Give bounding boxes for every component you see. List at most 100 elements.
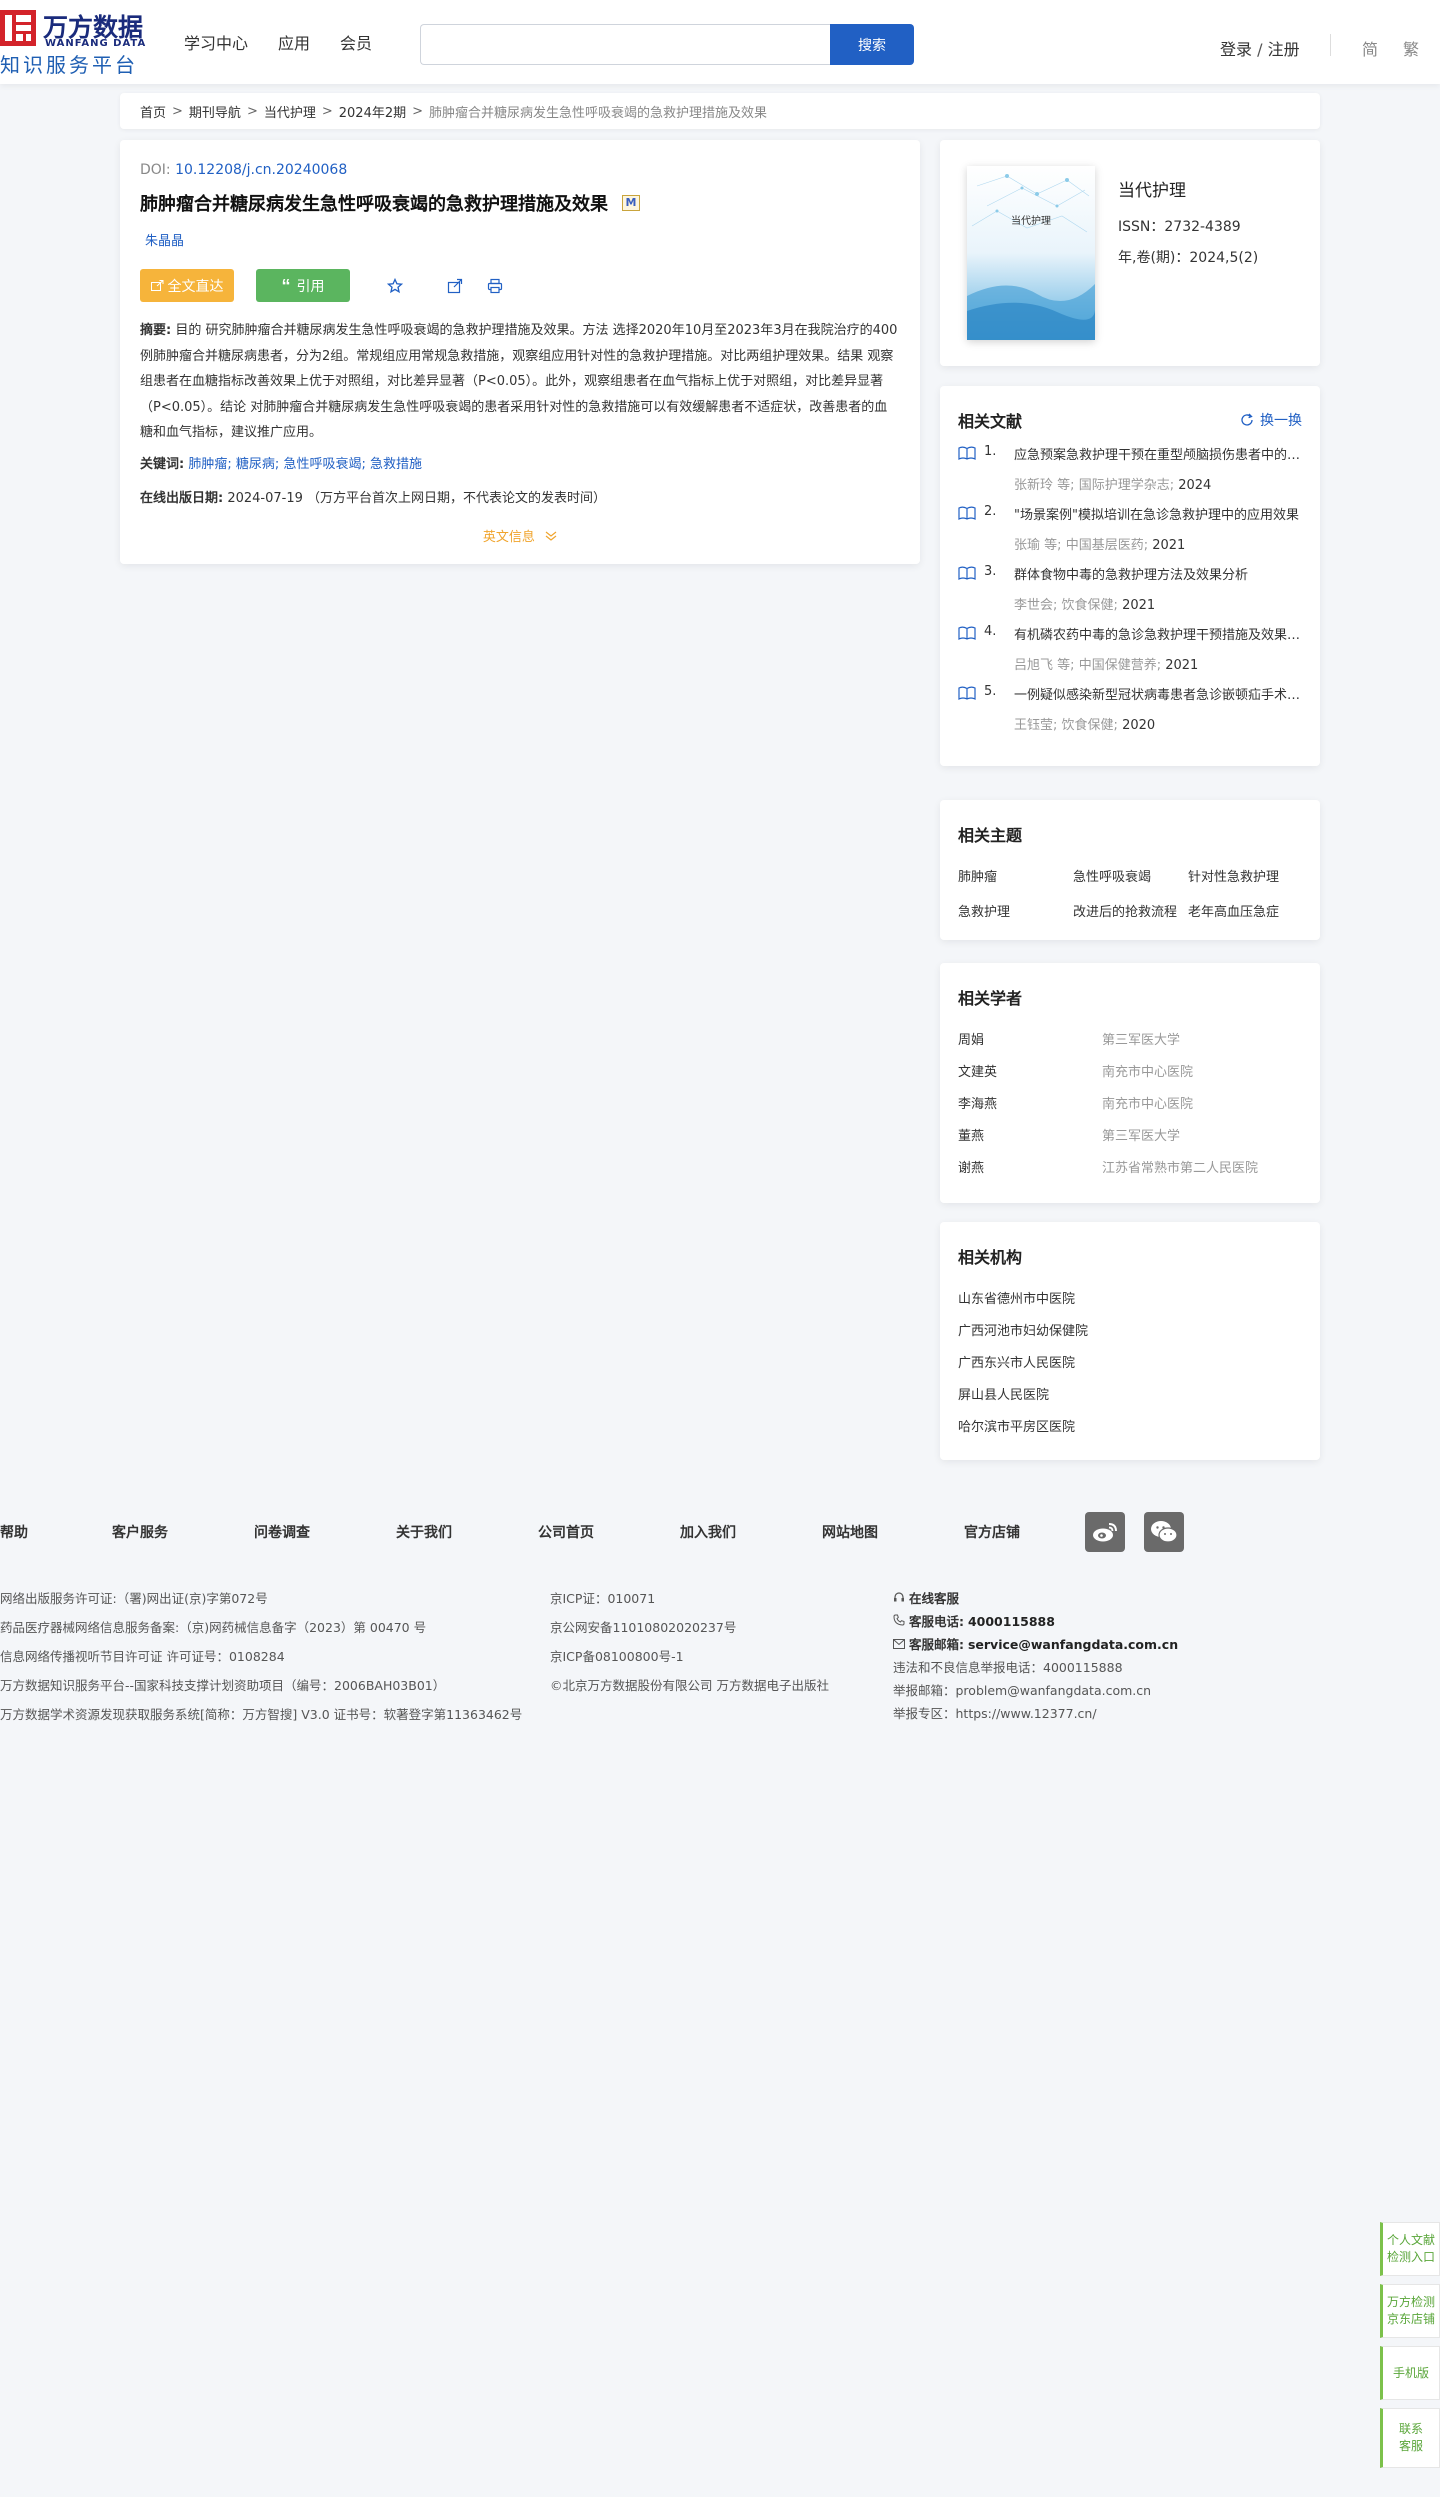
doc-number: 3. [984,564,997,579]
article-card: DOI: 10.12208/j.cn.20240068 肺肿瘤合并糖尿病发生急性… [120,140,920,564]
topic-link[interactable]: 针对性急救护理 [1188,866,1304,885]
footer-icp-line[interactable]: 京ICP备08100800号-1 [550,1642,829,1671]
report-zone[interactable]: 举报专区：https://www.12377.cn/ [893,1702,1178,1725]
footer-link-company-home[interactable]: 公司首页 [538,1522,680,1542]
topic-link[interactable]: 改进后的抢救流程 [1073,901,1188,920]
search-input[interactable] [420,24,830,65]
side-jd-store[interactable]: 万方检测京东店铺 [1380,2284,1440,2338]
doc-author[interactable]: 吕旭飞 [1014,658,1053,673]
institution-link[interactable]: 广西东兴市人民医院 [958,1352,1088,1384]
footer-link-customer-service[interactable]: 客户服务 [112,1522,254,1542]
footer-icp-line[interactable]: 京公网安备11010802020237号 [550,1613,829,1642]
print-icon[interactable] [486,277,504,295]
keyword-link[interactable]: 糖尿病 [236,457,275,472]
register-link[interactable]: 注册 [1268,40,1300,59]
journal-name[interactable]: 当代护理 [1118,176,1186,201]
doc-author[interactable]: 王钰莹 [1014,718,1053,733]
institution-link[interactable]: 广西河池市妇幼保健院 [958,1320,1088,1352]
topic-link[interactable]: 肺肿瘤 [958,866,1073,885]
breadcrumb-journal[interactable]: 当代护理 [264,102,316,121]
star-icon[interactable] [386,277,404,295]
breadcrumb-separator: > [246,103,258,119]
doc-title-link[interactable]: "场景案例"模拟培训在急诊急救护理中的应用效果 [1014,504,1304,523]
footer-link-help[interactable]: 帮助 [0,1522,112,1542]
scholar-name[interactable]: 董燕 [958,1125,984,1144]
book-icon [958,686,976,700]
search-button[interactable]: 搜索 [830,24,914,65]
doc-title-link[interactable]: 群体食物中毒的急救护理方法及效果分析 [1014,564,1304,583]
doc-number: 5. [984,684,997,699]
doc-title-link[interactable]: 一例疑似感染新型冠状病毒患者急诊嵌顿疝手术的护理 [1014,684,1304,703]
share-icon[interactable] [446,277,464,295]
email-value[interactable]: service@wanfangdata.com.cn [968,1637,1178,1652]
topic-link[interactable]: 老年高血压急症 [1188,901,1304,920]
cite-button[interactable]: “ 引用 [256,269,350,302]
refresh-button[interactable]: 换一换 [1240,410,1302,430]
doc-title-link[interactable]: 有机磷农药中毒的急诊急救护理干预措施及效果观察 [1014,624,1304,643]
author-link[interactable]: 朱晶晶 [140,230,900,249]
side-mobile[interactable]: 手机版 [1380,2346,1440,2400]
scholar-row: 文建英 南充市中心医院 [958,1061,1304,1093]
footer-link-sitemap[interactable]: 网站地图 [822,1522,964,1542]
login-link[interactable]: 登录 [1220,40,1252,59]
topic-link[interactable]: 急性呼吸衰竭 [1073,866,1188,885]
footer-link-join-us[interactable]: 加入我们 [680,1522,822,1542]
keyword-link[interactable]: 肺肿瘤 [188,457,227,472]
m-badge-icon[interactable]: M [622,195,640,211]
fulltext-button[interactable]: 全文直达 [140,269,234,302]
lang-traditional[interactable]: 繁 [1403,36,1419,60]
related-doc-item: 5. 一例疑似感染新型冠状病毒患者急诊嵌顿疝手术的护理 王钰莹; 饮食保健; 2… [958,684,1304,744]
breadcrumb-home[interactable]: 首页 [140,102,166,121]
doc-source[interactable]: 中国基层医药 [1066,538,1144,553]
doc-meta: 李世会; 饮食保健; 2021 [1014,598,1156,613]
doc-year: 2020 [1122,718,1156,733]
doi-link[interactable]: 10.12208/j.cn.20240068 [175,162,347,178]
doc-source[interactable]: 国际护理学杂志 [1079,478,1170,493]
institution-link[interactable]: 屏山县人民医院 [958,1384,1088,1416]
footer-icp-line[interactable]: 京ICP证：010071 [550,1584,829,1613]
doc-title-link[interactable]: 应急预案急救护理干预在重型颅脑损伤患者中的应用效果 [1014,444,1304,463]
wechat-icon[interactable] [1144,1512,1184,1552]
doc-number: 4. [984,624,997,639]
nav-item-learning-center[interactable]: 学习中心 [184,30,248,54]
scholar-name[interactable]: 周娟 [958,1029,984,1048]
keyword-link[interactable]: 急性呼吸衰竭 [283,457,361,472]
doc-source[interactable]: 饮食保健 [1062,598,1114,613]
doc-year: 2024 [1178,478,1212,493]
footer-link-official-store[interactable]: 官方店铺 [964,1522,1064,1542]
nav-item-apps[interactable]: 应用 [278,30,310,54]
doc-author[interactable]: 张新玲 [1014,478,1053,493]
english-info-toggle[interactable]: 英文信息 [120,526,920,545]
scholar-name[interactable]: 文建英 [958,1061,997,1080]
side-contact-service[interactable]: 联系客服 [1380,2408,1440,2468]
weibo-icon[interactable] [1085,1512,1125,1552]
footer-link-survey[interactable]: 问卷调查 [254,1522,396,1542]
keyword-link[interactable]: 急救措施 [370,457,422,472]
keywords-line: 关键词: 肺肿瘤; 糖尿病; 急性呼吸衰竭; 急救措施 [140,453,422,472]
footer-link-about[interactable]: 关于我们 [396,1522,538,1542]
doc-source[interactable]: 饮食保健 [1062,718,1114,733]
breadcrumb-journal-nav[interactable]: 期刊导航 [189,102,241,121]
topic-link[interactable]: 急救护理 [958,901,1073,920]
wanfang-logo[interactable]: 万方数据 WANFANG DATA 知识服务平台 [0,6,160,77]
cover-title: 当代护理 [1011,216,1051,227]
scholar-name[interactable]: 李海燕 [958,1093,997,1112]
breadcrumb-issue[interactable]: 2024年2期 [339,102,406,121]
breadcrumb-separator: > [412,103,424,119]
book-icon [958,566,976,580]
journal-cover[interactable]: 当代护理 [967,166,1095,340]
book-icon [958,446,976,460]
report-email[interactable]: 举报邮箱：problem@wanfangdata.com.cn [893,1679,1178,1702]
site-footer: 帮助 客户服务 问卷调查 关于我们 公司首页 加入我们 网站地图 官方店铺 网络… [0,1480,1440,1742]
report-phone: 违法和不良信息举报电话：4000115888 [893,1660,1123,1675]
doc-author[interactable]: 李世会 [1014,598,1053,613]
institution-link[interactable]: 山东省德州市中医院 [958,1288,1088,1320]
side-personal-check[interactable]: 个人文献检测入口 [1380,2222,1440,2276]
online-service-link[interactable]: 在线客服 [893,1587,1178,1610]
institution-link[interactable]: 哈尔滨市平房区医院 [958,1416,1088,1448]
scholar-name[interactable]: 谢燕 [958,1157,984,1176]
doc-source[interactable]: 中国保健营养 [1079,658,1157,673]
lang-simplified[interactable]: 简 [1362,36,1378,60]
nav-item-membership[interactable]: 会员 [340,30,372,54]
doc-author[interactable]: 张瑜 [1014,538,1040,553]
